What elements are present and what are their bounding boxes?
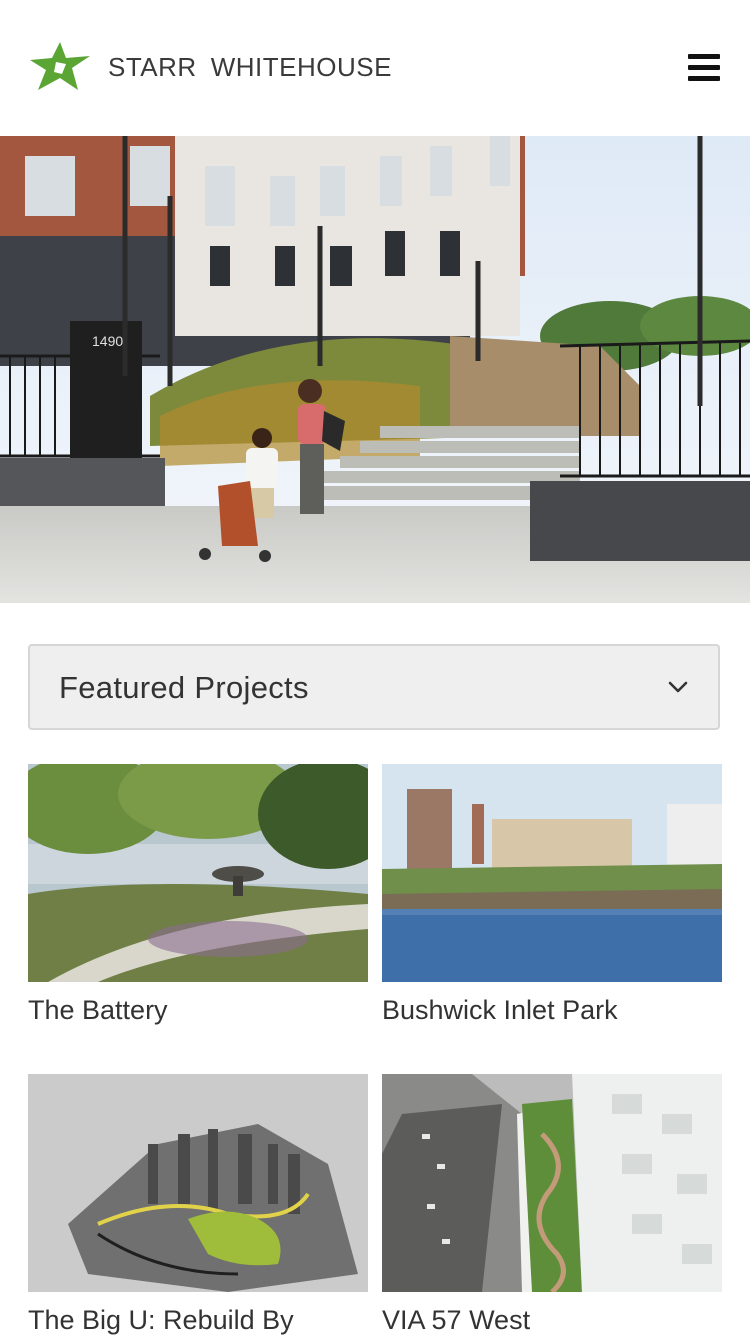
hamburger-menu-icon[interactable] [688, 54, 720, 82]
project-filter-selected-value: Featured Projects [59, 670, 309, 705]
project-card[interactable]: The Battery [28, 764, 368, 1026]
hero-image: 1490 [0, 136, 750, 603]
brand-name-starr: STARR [108, 51, 197, 82]
project-filter-select[interactable]: Featured Projects [28, 644, 720, 730]
project-thumbnail [28, 1074, 368, 1292]
project-thumbnail [28, 764, 368, 982]
chevron-down-icon [668, 681, 688, 693]
project-title: Bushwick Inlet Park [382, 995, 618, 1025]
project-title: The Battery [28, 995, 168, 1025]
project-title: The Big U: Rebuild By [28, 1305, 294, 1335]
site-header: STARR WHITEHOUSE [0, 0, 750, 136]
project-card[interactable]: The Big U: Rebuild By [28, 1074, 368, 1336]
project-thumbnail [382, 1074, 722, 1292]
brand-name-whitehouse: WHITEHOUSE [210, 51, 392, 82]
project-card[interactable]: Bushwick Inlet Park [382, 764, 722, 1026]
building-number: 1490 [92, 333, 123, 349]
brand-wordmark: STARR WHITEHOUSE [108, 52, 392, 83]
brand-logo[interactable]: STARR WHITEHOUSE [28, 40, 392, 94]
star-logo-icon [30, 42, 90, 90]
project-title: VIA 57 West [382, 1305, 531, 1335]
project-card[interactable]: VIA 57 West [382, 1074, 722, 1336]
project-thumbnail [382, 764, 722, 982]
